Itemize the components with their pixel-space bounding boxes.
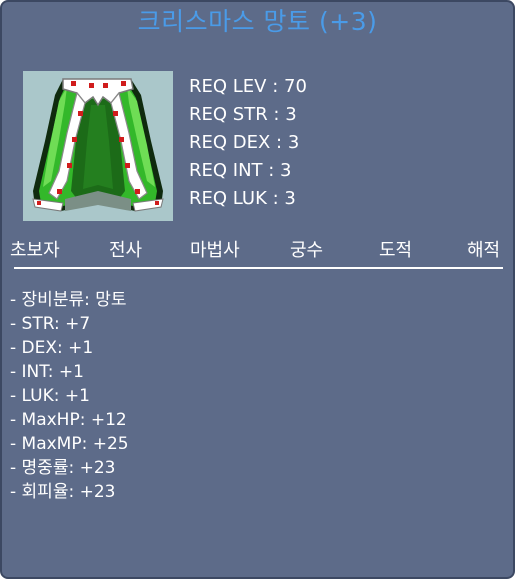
item-tooltip: 크리스마스 망토 (+3) REQ LEV: 70 REQ STR: 3 R…	[0, 0, 515, 579]
stat-category: - 장비분류: 망토	[10, 290, 127, 310]
stat-maxhp: - MaxHP: +12	[10, 410, 127, 430]
stat-avoidability: - 회피율: +23	[10, 482, 116, 502]
req-level: REQ LEV : 70	[189, 76, 307, 97]
divider	[14, 267, 503, 269]
stat-luk: - LUK: +1	[10, 386, 90, 406]
job-bowman: 궁수	[290, 240, 324, 261]
job-list: 초보자 전사 마법사 궁수 도적 해적	[2, 234, 513, 264]
job-beginner: 초보자	[10, 240, 60, 261]
req-luk: REQ LUK : 3	[189, 188, 296, 209]
req-dex: REQ DEX : 3	[189, 132, 300, 153]
stat-int: - INT: +1	[10, 362, 84, 382]
job-pirate: 해적	[467, 240, 501, 261]
req-str: REQ STR : 3	[189, 104, 297, 125]
job-magician: 마법사	[190, 240, 240, 261]
stat-str: - STR: +7	[10, 314, 91, 334]
job-thief: 도적	[379, 240, 413, 261]
christmas-cape-icon	[23, 71, 173, 221]
stat-dex: - DEX: +1	[10, 338, 94, 358]
requirements-list: REQ LEV : 70 REQ STR : 3 REQ DEX : 3 REQ…	[189, 73, 307, 213]
stat-accuracy: - 명중률: +23	[10, 458, 116, 478]
stats-list: - 장비분류: 망토 - STR: +7 - DEX: +1 - INT: +1…	[10, 288, 129, 504]
req-int: REQ INT : 3	[189, 160, 292, 181]
stat-maxmp: - MaxMP: +25	[10, 434, 129, 454]
job-warrior: 전사	[109, 240, 143, 261]
item-name: 크리스마스 망토 (+3)	[137, 7, 378, 36]
